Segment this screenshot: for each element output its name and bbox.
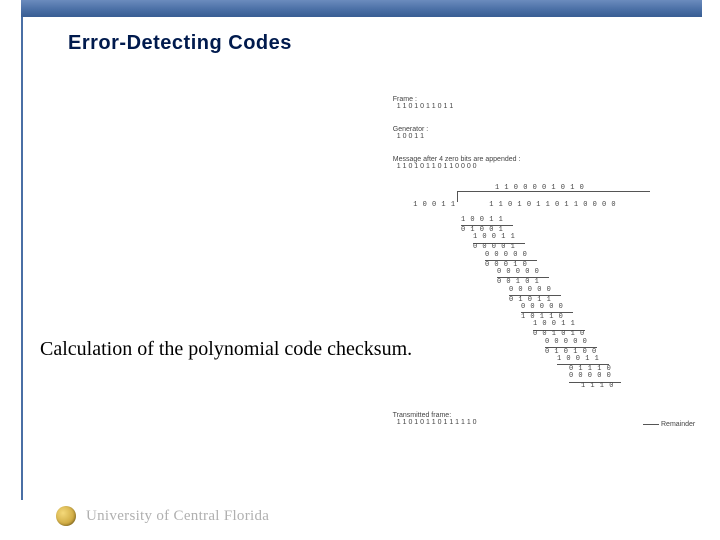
step-subtrahend: 0 0 0 0 0 [485, 252, 705, 259]
division-steps: 1 0 0 1 10 1 0 0 11 0 0 1 10 0 0 0 10 0 … [385, 217, 705, 391]
frame-label: Frame : [393, 96, 417, 103]
divisor: 1 0 0 1 1 [413, 202, 475, 209]
step-subtrahend: 0 0 0 0 0 [497, 269, 705, 276]
left-accent-bar [21, 0, 23, 500]
remainder-label: Remainder [643, 421, 695, 428]
step-subtrahend: 0 0 0 0 0 [569, 373, 705, 380]
frame-value: 1 1 0 1 0 1 1 0 1 1 [397, 103, 453, 110]
step-subtrahend: 0 0 0 0 0 [509, 287, 705, 294]
slide-caption: Calculation of the polynomial code check… [40, 338, 412, 361]
transmitted-row: Transmitted frame: 1 1 0 1 0 1 1 0 1 1 1… [385, 405, 705, 433]
step-subtrahend: 1 0 0 1 1 [557, 356, 705, 363]
dividend: 1 1 0 1 0 1 1 0 1 1 0 0 0 0 [489, 201, 616, 209]
top-accent-bar [21, 0, 702, 17]
step-subtrahend: 1 0 0 1 1 [473, 234, 705, 241]
transmitted-label: Transmitted frame: [393, 412, 451, 419]
appended-value: 1 1 0 1 0 1 1 0 1 1 0 0 0 0 [397, 163, 477, 170]
transmitted-value: 1 1 0 1 0 1 1 0 1 1 1 1 1 0 [397, 419, 477, 426]
division-row: 1 0 0 1 1 1 1 0 1 0 1 1 0 1 1 0 0 0 0 [385, 193, 705, 217]
step-subtrahend: 1 0 0 1 1 [533, 321, 705, 328]
generator-value: 1 0 0 1 1 [397, 133, 424, 140]
ucf-logo-icon [56, 506, 76, 526]
step-result: 1 1 1 0 [581, 383, 705, 390]
step-subtrahend: 0 0 0 0 0 [521, 304, 705, 311]
crc-diagram: Frame : 1 1 0 1 0 1 1 0 1 1 Generator : … [385, 89, 705, 433]
generator-label: Generator : [393, 126, 428, 133]
slide-title: Error-Detecting Codes [68, 32, 292, 55]
step-subtrahend: 0 0 0 0 0 [545, 339, 705, 346]
footer-org: University of Central Florida [86, 508, 269, 525]
footer: University of Central Florida [56, 506, 269, 526]
division-bracket [457, 191, 650, 202]
appended-label: Message after 4 zero bits are appended : [393, 156, 521, 163]
step-subtrahend: 1 0 0 1 1 [461, 217, 705, 224]
